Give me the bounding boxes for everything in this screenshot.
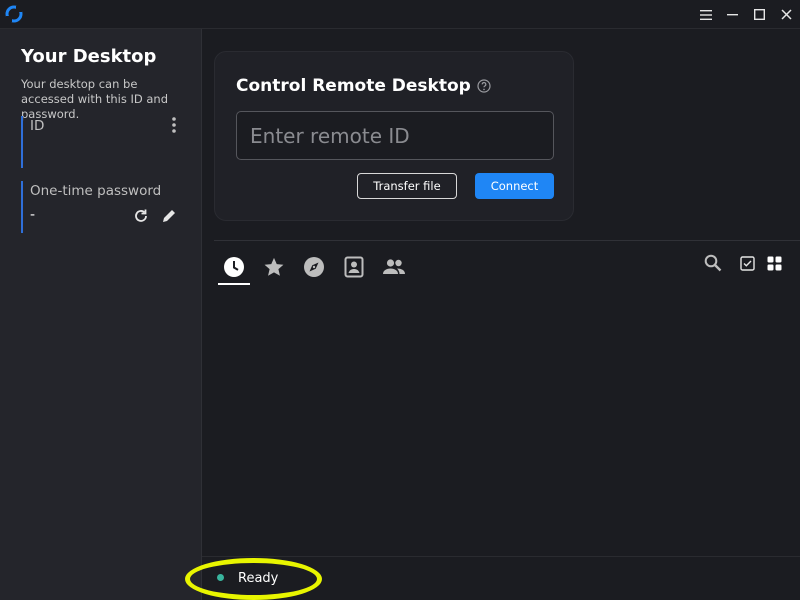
star-icon	[264, 257, 284, 276]
tab-group[interactable]	[378, 251, 410, 283]
minimize-button[interactable]	[719, 0, 746, 29]
tab-discovered[interactable]	[298, 251, 330, 283]
refresh-icon[interactable]	[132, 207, 150, 225]
connect-button[interactable]: Connect	[475, 173, 554, 199]
title-bar	[0, 0, 800, 29]
select-checkbox-icon[interactable]	[740, 255, 755, 271]
menu-icon	[699, 9, 712, 20]
status-indicator-dot	[217, 574, 224, 581]
more-options-icon[interactable]	[168, 116, 180, 134]
app-logo-icon	[5, 5, 23, 23]
view-toggle-group	[740, 255, 782, 271]
id-label: ID	[30, 118, 45, 134]
remote-id-input[interactable]	[236, 111, 554, 160]
tab-address-book[interactable]	[338, 251, 370, 283]
id-block: ID	[21, 116, 186, 168]
close-button[interactable]	[773, 0, 800, 29]
status-text: Ready	[238, 571, 279, 586]
sidebar-title: Your Desktop	[21, 46, 157, 67]
search-icon[interactable]	[704, 254, 722, 272]
tab-favorites[interactable]	[258, 251, 290, 283]
compass-icon	[304, 257, 324, 277]
transfer-file-button[interactable]: Transfer file	[357, 173, 457, 199]
connect-card: Control Remote Desktop Transfer file Con…	[214, 51, 574, 221]
sidebar: Your Desktop Your desktop can be accesse…	[0, 29, 202, 600]
maximize-icon	[754, 9, 765, 20]
connect-title: Control Remote Desktop	[236, 76, 471, 96]
password-block: One-time password -	[21, 181, 186, 233]
tab-recent[interactable]	[218, 251, 250, 285]
peer-tabs	[218, 251, 410, 285]
close-icon	[781, 9, 792, 20]
app-window: Your Desktop Your desktop can be accesse…	[0, 0, 800, 600]
main-panel: Control Remote Desktop Transfer file Con…	[202, 29, 800, 556]
grid-view-icon[interactable]	[767, 256, 782, 271]
minimize-icon	[727, 14, 738, 16]
maximize-button[interactable]	[746, 0, 773, 29]
connect-title-row: Control Remote Desktop	[236, 76, 491, 96]
help-icon[interactable]	[477, 79, 491, 93]
section-divider	[214, 240, 800, 241]
window-controls	[692, 0, 800, 29]
password-actions	[132, 207, 178, 225]
group-icon	[383, 259, 405, 274]
view-tools	[704, 254, 782, 272]
clock-icon	[224, 257, 244, 277]
address-book-icon	[344, 256, 364, 278]
password-label: One-time password	[30, 183, 162, 199]
menu-button[interactable]	[692, 0, 719, 29]
edit-icon[interactable]	[160, 207, 178, 225]
